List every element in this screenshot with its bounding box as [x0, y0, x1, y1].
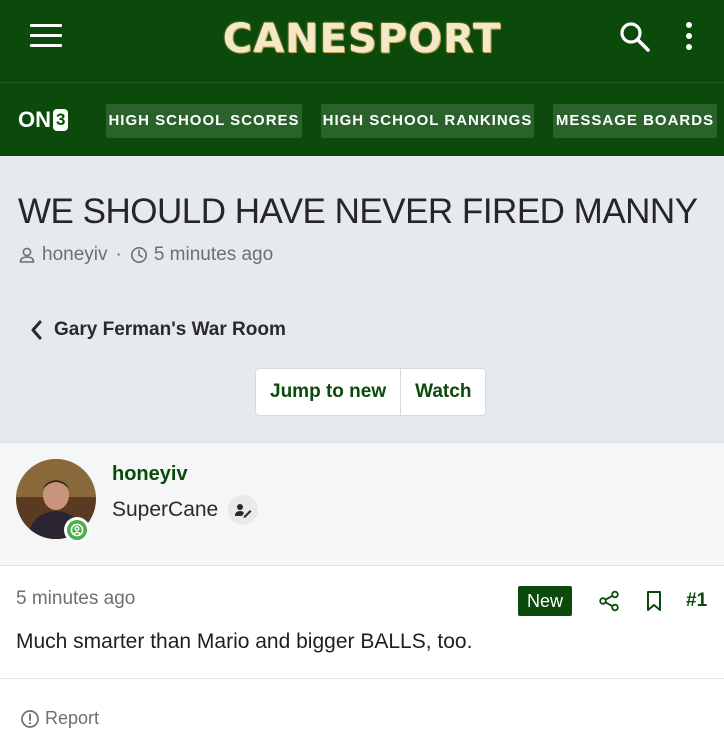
- nav-item-high-school-scores[interactable]: HIGH SCHOOL SCORES: [106, 104, 302, 138]
- user-title-text: SuperCane: [112, 498, 219, 521]
- thread-header: WE SHOULD HAVE NEVER FIRED MANNY honeyiv…: [0, 156, 724, 442]
- watch-button[interactable]: Watch: [400, 369, 485, 415]
- post-username[interactable]: honeyiv: [112, 463, 188, 486]
- user-title: SuperCane: [112, 495, 259, 525]
- post-time[interactable]: 5 minutes ago: [16, 588, 135, 610]
- report-link[interactable]: Report: [20, 708, 99, 729]
- new-badge: New: [518, 586, 572, 616]
- thread-meta: honeyiv · 5 minutes ago: [18, 244, 273, 266]
- user-icon: [19, 247, 35, 263]
- share-icon[interactable]: [598, 590, 620, 612]
- post: 5 minutes ago New #1 Much smarter than M…: [0, 566, 724, 750]
- thread-title: WE SHOULD HAVE NEVER FIRED MANNY: [18, 192, 698, 231]
- post-body: Much smarter than Mario and bigger BALLS…: [16, 630, 473, 653]
- breadcrumb-forum-link[interactable]: Gary Ferman's War Room: [30, 319, 286, 341]
- post-divider: [0, 678, 724, 679]
- user-edit-badge-icon[interactable]: [228, 495, 259, 525]
- meta-separator: ·: [115, 244, 122, 265]
- chevron-left-icon: [31, 320, 42, 340]
- alert-circle-icon: [21, 709, 39, 728]
- forum-name: Gary Ferman's War Room: [54, 319, 286, 340]
- site-logo[interactable]: CANESPORT: [0, 16, 724, 62]
- bookmark-icon[interactable]: [644, 590, 664, 612]
- top-bar: CANESPORT: [0, 0, 724, 82]
- online-status-icon: [64, 517, 90, 543]
- thread-time: 5 minutes ago: [153, 244, 274, 265]
- on3-logo[interactable]: ON 3: [18, 107, 69, 133]
- thread-author[interactable]: honeyiv: [42, 244, 108, 266]
- thread-actions: Jump to new Watch: [255, 368, 487, 416]
- search-icon[interactable]: [618, 20, 652, 54]
- nav-bar: ON 3 HIGH SCHOOL SCORES HIGH SCHOOL RANKI…: [0, 82, 724, 156]
- post-number-link[interactable]: #1: [686, 590, 707, 612]
- clock-icon: [130, 247, 147, 263]
- jump-to-new-button[interactable]: Jump to new: [256, 369, 400, 415]
- nav-item-message-boards[interactable]: MESSAGE BOARDS: [553, 104, 717, 138]
- nav-item-high-school-rankings[interactable]: HIGH SCHOOL RANKINGS: [321, 104, 534, 138]
- report-label: Report: [45, 708, 100, 728]
- post-author-block: honeyiv SuperCane: [0, 442, 724, 566]
- more-options-icon[interactable]: [682, 22, 696, 52]
